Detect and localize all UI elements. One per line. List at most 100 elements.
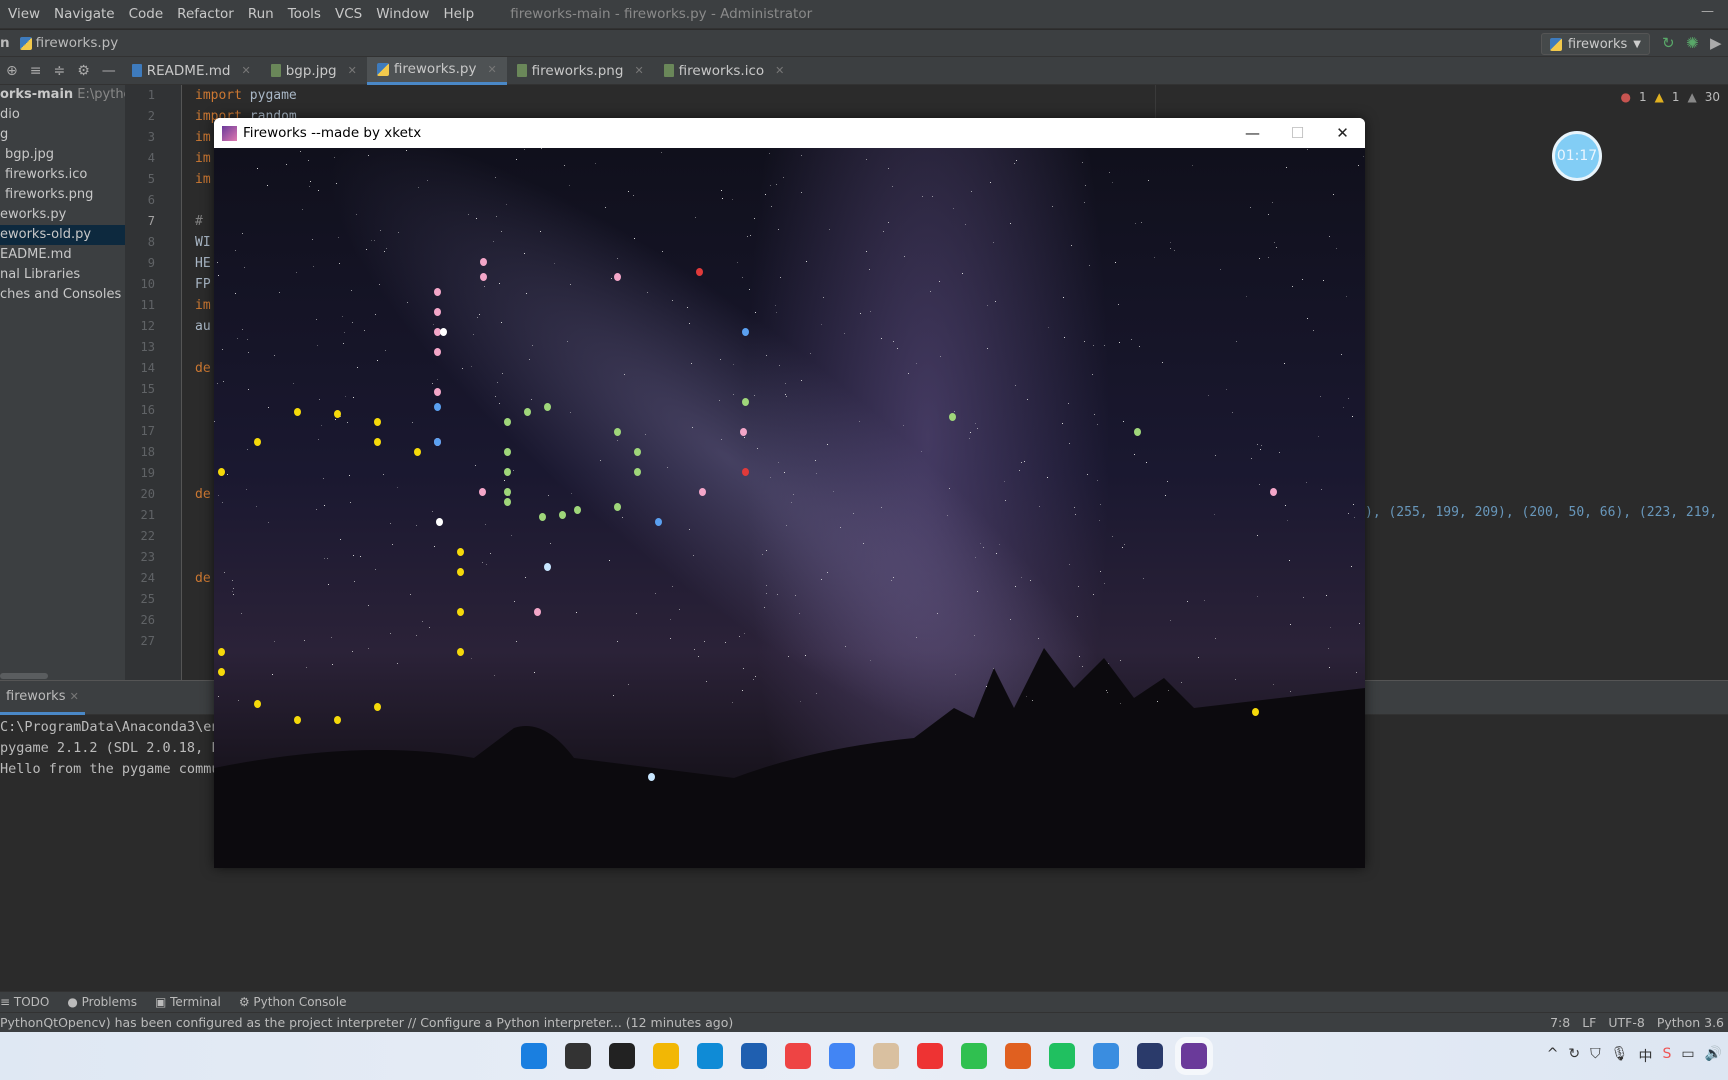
- close-button[interactable]: ✕: [1320, 118, 1365, 148]
- taskbar-store-icon[interactable]: [741, 1043, 767, 1069]
- collapse-all-icon[interactable]: ≑: [53, 63, 65, 79]
- line-separator[interactable]: LF: [1582, 1015, 1596, 1030]
- tree-item[interactable]: ches and Consoles: [0, 285, 125, 305]
- cursor-position[interactable]: 7:8: [1550, 1015, 1570, 1030]
- python-console-button[interactable]: ⚙ Python Console: [239, 995, 347, 1009]
- menu-view[interactable]: View: [8, 6, 40, 22]
- close-icon[interactable]: ✕: [634, 64, 643, 77]
- tree-item[interactable]: eworks-old.py: [0, 225, 125, 245]
- tree-item[interactable]: dio: [0, 105, 125, 125]
- expand-all-icon[interactable]: ≡: [30, 63, 42, 79]
- sogou-icon[interactable]: S: [1662, 1046, 1671, 1066]
- taskbar-file-explorer-icon[interactable]: [653, 1043, 679, 1069]
- star: [930, 290, 932, 292]
- tree-item[interactable]: bgp.jpg: [0, 145, 125, 165]
- hide-icon[interactable]: —: [102, 63, 116, 79]
- menu-run[interactable]: Run: [248, 6, 274, 22]
- taskbar-start-icon[interactable]: [521, 1043, 547, 1069]
- status-message[interactable]: PythonQtOpencv) has been configured as t…: [0, 1015, 733, 1030]
- taskbar-fireworks-icon[interactable]: [1175, 1037, 1213, 1075]
- timer-badge[interactable]: 01:17: [1552, 131, 1602, 181]
- menu-help[interactable]: Help: [443, 6, 474, 22]
- terminal-button[interactable]: ▣ Terminal: [155, 995, 221, 1009]
- breadcrumb-root[interactable]: n: [0, 35, 10, 51]
- project-root[interactable]: orks-main E:\python: [0, 85, 125, 105]
- star: [569, 283, 571, 285]
- display-icon[interactable]: ▭: [1681, 1046, 1694, 1066]
- coverage-icon[interactable]: ▶: [1710, 34, 1726, 52]
- file-encoding[interactable]: UTF-8: [1608, 1015, 1644, 1030]
- tree-item[interactable]: fireworks.ico: [0, 165, 125, 185]
- rerun-icon[interactable]: ↻: [1662, 34, 1678, 52]
- minimize-ide-button[interactable]: —: [1701, 4, 1714, 19]
- taskbar-task-view-icon[interactable]: [609, 1043, 635, 1069]
- inspection-widget[interactable]: ● 1 ▲ 1 ▲ 30: [1620, 90, 1720, 104]
- star: [1290, 691, 1292, 693]
- shield-icon[interactable]: ⛉: [1590, 1046, 1601, 1066]
- star: [349, 475, 351, 477]
- tree-item[interactable]: EADME.md: [0, 245, 125, 265]
- taskbar-edge-icon[interactable]: [697, 1043, 723, 1069]
- sync-icon[interactable]: ↻: [1568, 1046, 1580, 1066]
- menu-tools[interactable]: Tools: [288, 6, 321, 22]
- close-icon[interactable]: ✕: [348, 64, 357, 77]
- star: [1203, 599, 1205, 601]
- star: [526, 293, 528, 295]
- close-icon[interactable]: ✕: [775, 64, 784, 77]
- taskbar-iqiyi-icon[interactable]: [961, 1043, 987, 1069]
- game-title-bar[interactable]: Fireworks --made by xketx — ☐ ✕: [214, 118, 1365, 148]
- tab-fireworks-ico[interactable]: fireworks.ico ✕: [654, 57, 795, 85]
- taskbar-app-icon[interactable]: [785, 1043, 811, 1069]
- close-icon[interactable]: ✕: [242, 64, 251, 77]
- maximize-button[interactable]: ☐: [1275, 118, 1320, 148]
- taskbar-wps-icon[interactable]: [917, 1043, 943, 1069]
- horizontal-scrollbar[interactable]: [0, 673, 48, 679]
- taskbar-app-icon[interactable]: [873, 1043, 899, 1069]
- taskbar-pycharm-icon[interactable]: [1049, 1043, 1075, 1069]
- chevron-up-icon[interactable]: ^: [1547, 1046, 1559, 1066]
- star: [409, 593, 411, 595]
- star: [550, 542, 552, 544]
- tree-item[interactable]: eworks.py: [0, 205, 125, 225]
- todo-button[interactable]: ≡ TODO: [0, 995, 49, 1009]
- taskbar-chrome-icon[interactable]: [829, 1043, 855, 1069]
- minimize-button[interactable]: —: [1230, 118, 1275, 148]
- star: [718, 399, 720, 401]
- star: [1134, 223, 1136, 225]
- problems-button[interactable]: ● Problems: [67, 995, 137, 1009]
- tree-item[interactable]: nal Libraries: [0, 265, 125, 285]
- locate-icon[interactable]: ⊕: [6, 63, 18, 79]
- taskbar-matlab-icon[interactable]: [1005, 1043, 1031, 1069]
- tree-item[interactable]: fireworks.png: [0, 185, 125, 205]
- menu-code[interactable]: Code: [129, 6, 164, 22]
- tab-readme[interactable]: README.md ✕: [122, 57, 261, 85]
- tab-bgp[interactable]: bgp.jpg ✕: [261, 57, 367, 85]
- ime-icon[interactable]: 中: [1638, 1046, 1652, 1066]
- tree-item[interactable]: g: [0, 125, 125, 145]
- run-config-select[interactable]: fireworks ▼: [1540, 33, 1650, 55]
- taskbar-search-icon[interactable]: [565, 1043, 591, 1069]
- interpreter[interactable]: Python 3.6: [1657, 1015, 1724, 1030]
- menu-window[interactable]: Window: [376, 6, 429, 22]
- tab-fireworks-py[interactable]: fireworks.py ✕: [366, 56, 507, 85]
- volume-icon[interactable]: 🔊: [1705, 1046, 1722, 1066]
- tab-fireworks-png[interactable]: fireworks.png ✕: [507, 57, 654, 85]
- close-icon[interactable]: ✕: [70, 690, 79, 703]
- star: [374, 239, 376, 241]
- fireworks-window[interactable]: Fireworks --made by xketx — ☐ ✕: [214, 118, 1365, 868]
- close-icon[interactable]: ✕: [487, 63, 496, 76]
- debug-icon[interactable]: ✺: [1686, 34, 1702, 52]
- menu-refactor[interactable]: Refactor: [177, 6, 234, 22]
- firework-particle: [218, 648, 225, 656]
- taskbar-app-icon[interactable]: [1137, 1043, 1163, 1069]
- taskbar-app-icon[interactable]: [1093, 1043, 1119, 1069]
- menu-navigate[interactable]: Navigate: [54, 6, 115, 22]
- breadcrumb-file[interactable]: fireworks.py: [36, 35, 119, 51]
- line-number: 2: [147, 109, 155, 123]
- run-tab[interactable]: fireworks ✕: [0, 681, 85, 715]
- game-canvas[interactable]: [214, 148, 1365, 868]
- mic-icon[interactable]: 🎙: [1611, 1046, 1629, 1066]
- star: [533, 671, 535, 673]
- menu-vcs[interactable]: VCS: [335, 6, 362, 22]
- gear-icon[interactable]: ⚙: [77, 63, 90, 79]
